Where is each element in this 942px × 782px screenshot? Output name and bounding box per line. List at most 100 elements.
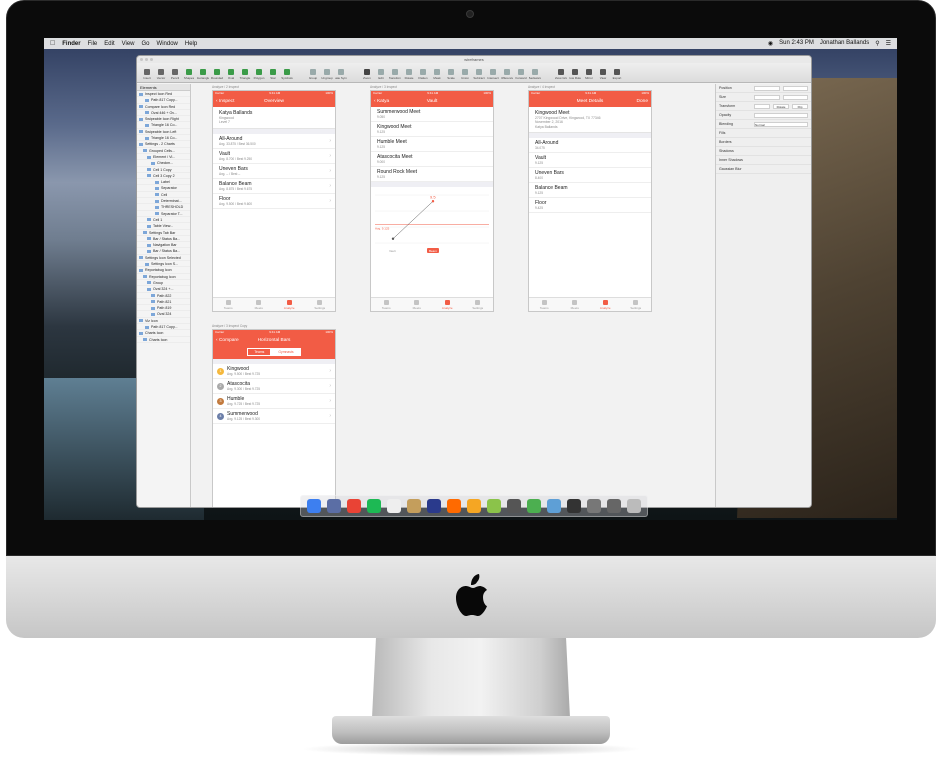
dock-app-icon[interactable]: [367, 499, 381, 513]
layers-header[interactable]: Elements: [137, 84, 190, 91]
team-row[interactable]: 1 Kingwood Avg. 9.500 / Best 9.725 ›: [213, 364, 335, 379]
close-window-button[interactable]: [140, 58, 143, 61]
list-cell[interactable]: Floor 9.425: [529, 198, 651, 214]
dock-app-icon[interactable]: [487, 499, 501, 513]
spotlight-icon[interactable]: ⚲: [875, 40, 879, 47]
list-cell[interactable]: Summerwood Meet 9.050: [371, 107, 493, 122]
menu-view[interactable]: View: [122, 41, 135, 47]
dock-app-icon[interactable]: [587, 499, 601, 513]
artboard-label[interactable]: Analyze / 2 Inspect: [212, 85, 239, 89]
toolbar-button-zoom[interactable]: Zoom: [361, 69, 373, 80]
dock-app-icon[interactable]: [307, 499, 321, 513]
inspector-field[interactable]: [754, 112, 808, 118]
toolbar-button-backward[interactable]: Backward: [529, 69, 541, 80]
dock-app-icon[interactable]: [327, 499, 341, 513]
list-cell[interactable]: Uneven Bars 8.400: [529, 168, 651, 184]
tab-teams[interactable]: Teams: [213, 298, 244, 311]
dock-app-icon[interactable]: [427, 499, 441, 513]
tab-analyze[interactable]: Analyze: [432, 298, 463, 311]
list-cell[interactable]: All-Around 34.075: [529, 138, 651, 154]
tab-teams[interactable]: Teams: [529, 298, 560, 311]
artboard-overview[interactable]: Carrier 9:41 AM 100% ‹ Inspect Overview Ka…: [212, 90, 336, 312]
artboard-label[interactable]: Analyze / 4 Inspect: [528, 85, 555, 89]
inspector-field[interactable]: [782, 94, 808, 100]
layer-row[interactable]: Charts Icon: [137, 337, 190, 343]
inspector-field[interactable]: [754, 94, 780, 100]
dock-app-icon[interactable]: [347, 499, 361, 513]
tab-settings[interactable]: Settings: [621, 298, 652, 311]
tab-settings[interactable]: Settings: [305, 298, 336, 311]
inspector-field[interactable]: [754, 85, 780, 91]
menu-go[interactable]: Go: [142, 41, 150, 47]
artboard-meet-details[interactable]: Carrier 9:41 AM 100% Meet Details Done Kin…: [528, 90, 652, 312]
list-cell[interactable]: Round Rock Meet 9.125: [371, 167, 493, 182]
toolbar-button-show-grid[interactable]: Show Grid: [555, 69, 567, 80]
tab-meets[interactable]: Meets: [244, 298, 275, 311]
dock-app-icon[interactable]: [527, 499, 541, 513]
toolbar-button-create-symbol[interactable]: Create Symbol: [335, 69, 347, 80]
artboard-label[interactable]: Analyze / 3 Inspect: [370, 85, 397, 89]
toolbar-button-symbols[interactable]: Symbols: [281, 69, 293, 80]
apple-menu-icon[interactable]: : [50, 40, 55, 47]
dock-app-icon[interactable]: [447, 499, 461, 513]
toolbar-button-pencil[interactable]: Pencil: [169, 69, 181, 80]
segment-gymnasts[interactable]: Gymnasts: [271, 348, 301, 356]
toolbar-button-oval[interactable]: Oval: [225, 69, 237, 80]
toolbar-button-ungroup[interactable]: Ungroup: [321, 69, 333, 80]
toolbar-button-intersect[interactable]: Intersect: [487, 69, 499, 80]
list-cell[interactable]: Kingwood Meet 9.125: [371, 122, 493, 137]
notification-center-icon[interactable]: ☰: [886, 40, 891, 47]
toolbar-button-shapes[interactable]: Shapes: [183, 69, 195, 80]
menu-edit[interactable]: Edit: [104, 41, 114, 47]
toolbar-button-export[interactable]: Export: [611, 69, 623, 80]
toolbar-button-rectangle[interactable]: Rectangle: [197, 69, 209, 80]
toolbar-button-show-rulers[interactable]: Show Rulers: [569, 69, 581, 80]
toolbar-button-rounded[interactable]: Rounded: [211, 69, 223, 80]
toolbar-button-scale[interactable]: Scale: [445, 69, 457, 80]
list-cell[interactable]: Vault Avg. 8.700 / Best 9.250 ›: [213, 148, 335, 164]
rotate-button[interactable]: Rotate: [773, 103, 789, 109]
inspector-field[interactable]: [754, 103, 770, 109]
toolbar-button-view[interactable]: View: [597, 69, 609, 80]
list-cell[interactable]: Uneven Bars Avg. -- / Best -- ›: [213, 163, 335, 179]
team-row[interactable]: 3 Humble Avg. 9.725 / Best 9.725 ›: [213, 394, 335, 409]
minimize-window-button[interactable]: [145, 58, 148, 61]
artboard-label[interactable]: Analyze / 3 Inspect Copy: [212, 324, 247, 328]
toolbar-button-triangle[interactable]: Triangle: [239, 69, 251, 80]
artboard-compare[interactable]: Carrier 9:41 AM 100% ‹ Compare Horizontal …: [212, 329, 336, 507]
tab-teams[interactable]: Teams: [371, 298, 402, 311]
menu-window[interactable]: Window: [157, 41, 178, 47]
tab-meets[interactable]: Meets: [402, 298, 433, 311]
tab-settings[interactable]: Settings: [463, 298, 494, 311]
toolbar-button-mask[interactable]: Mask: [431, 69, 443, 80]
list-cell[interactable]: All-Around Avg. 33.875 / Best 36.500 ›: [213, 133, 335, 149]
toolbar-button-transform[interactable]: Transform: [389, 69, 401, 80]
toolbar-button-union[interactable]: Union: [459, 69, 471, 80]
team-row[interactable]: 2 Atascocita Avg. 9.300 / Best 9.725 ›: [213, 379, 335, 394]
tab-analyze[interactable]: Analyze: [274, 298, 305, 311]
user-name[interactable]: Jonathan Ballands: [820, 40, 869, 47]
canvas[interactable]: Analyze / 2 Inspect Carrier 9:41 AM 100% ‹…: [192, 84, 717, 507]
toolbar-button-insert[interactable]: Insert: [141, 69, 153, 80]
menu-file[interactable]: File: [88, 41, 98, 47]
tab-meets[interactable]: Meets: [560, 298, 591, 311]
list-cell[interactable]: Balance Beam Avg. 8.875 / Best 9.675 ›: [213, 178, 335, 194]
toolbar-button-flatten[interactable]: Flatten: [417, 69, 429, 80]
segment-teams[interactable]: Teams: [247, 348, 272, 356]
toolbar-button-rotate[interactable]: Rotate: [403, 69, 415, 80]
list-cell[interactable]: Vault 9.125: [529, 153, 651, 169]
artboard-vault[interactable]: Carrier 9:41 AM 100% ‹ Katya Vault Summerw…: [370, 90, 494, 312]
menu-help[interactable]: Help: [185, 41, 197, 47]
list-cell[interactable]: Balance Beam 9.125: [529, 183, 651, 199]
list-cell[interactable]: Atascocita Meet 9.000: [371, 152, 493, 167]
dock-app-icon[interactable]: [607, 499, 621, 513]
toolbar-button-subtract[interactable]: Subtract: [473, 69, 485, 80]
toolbar-button-group[interactable]: Group: [307, 69, 319, 80]
dock-app-icon[interactable]: [407, 499, 421, 513]
flip-button[interactable]: Flip: [792, 103, 808, 109]
dock-app-icon[interactable]: [467, 499, 481, 513]
wifi-icon[interactable]: ◉: [768, 40, 773, 47]
toolbar-button-forward[interactable]: Forward: [515, 69, 527, 80]
dock-app-icon[interactable]: [547, 499, 561, 513]
toolbar-button-polygon[interactable]: Polygon: [253, 69, 265, 80]
